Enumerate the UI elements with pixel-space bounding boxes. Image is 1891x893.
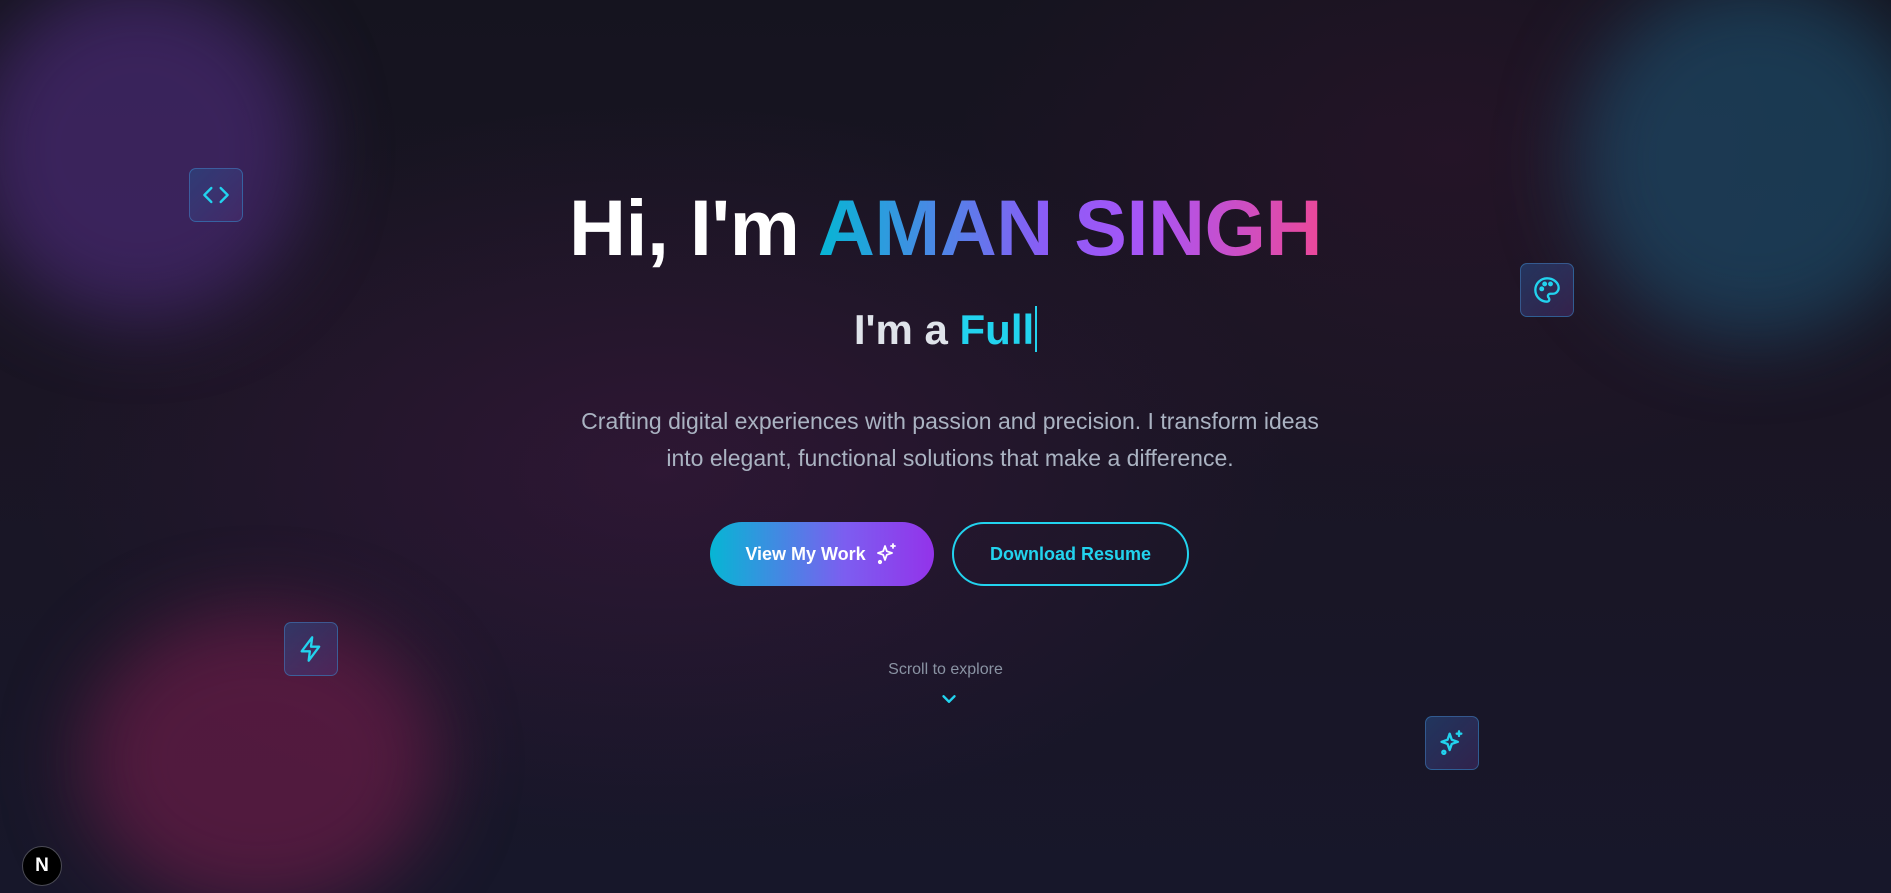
- hero-section: Hi, I'm AMAN SINGH I'm a Full Crafting d…: [0, 0, 1891, 893]
- nextjs-logo-icon: N: [35, 855, 49, 876]
- background-blob-teal: [1575, 0, 1891, 340]
- view-my-work-label: View My Work: [745, 543, 866, 564]
- typing-cursor: [1035, 306, 1038, 352]
- typing-subtitle: I'm a Full: [0, 306, 1891, 354]
- hero-headline: Hi, I'm AMAN SINGH: [0, 182, 1891, 274]
- hero-description: Crafting digital experiences with passio…: [581, 408, 1319, 471]
- view-my-work-button[interactable]: View My Work: [710, 522, 934, 586]
- name-text: AMAN SINGH: [817, 183, 1323, 272]
- chevron-down-icon[interactable]: [938, 688, 960, 710]
- sparkles-icon: [876, 543, 896, 565]
- download-resume-button[interactable]: Download Resume: [952, 522, 1189, 586]
- download-resume-label: Download Resume: [989, 543, 1152, 564]
- background-blob-pink: [80, 610, 440, 893]
- sparkles-icon: [1425, 716, 1479, 770]
- greeting-text: Hi, I'm: [568, 183, 818, 272]
- typing-word: Full: [959, 306, 1035, 353]
- scroll-hint: Scroll to explore: [888, 661, 1003, 678]
- nextjs-dev-badge[interactable]: N: [22, 846, 62, 886]
- typing-prefix: I'm a: [853, 306, 960, 353]
